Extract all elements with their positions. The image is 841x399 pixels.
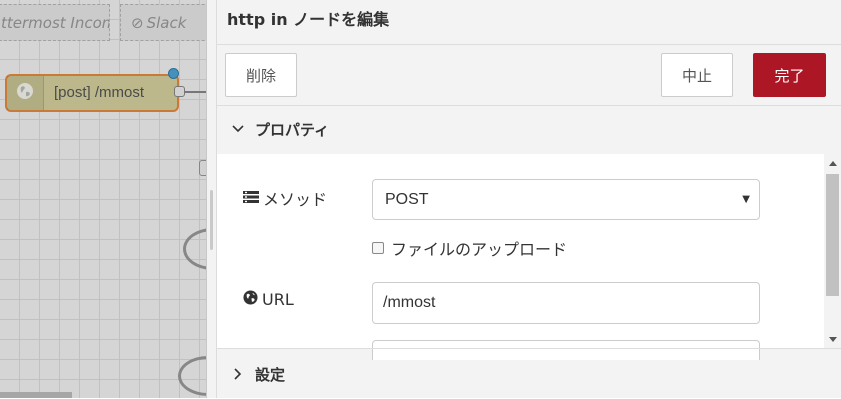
url-label-text: URL [262,290,294,309]
done-button[interactable]: 完了 [753,53,826,97]
workspace-overlay [0,0,210,398]
chevron-down-icon [231,125,245,133]
properties-scrollbar[interactable] [824,154,841,348]
upload-checkbox-label: ファイルのアップロード [391,240,568,259]
tray-header: http in ノードを編集 [217,0,841,45]
cancel-button[interactable]: 中止 [661,53,733,97]
tray-toolbar: 削除 中止 完了 [217,45,841,106]
delete-button[interactable]: 削除 [225,53,297,97]
settings-section-header[interactable]: 設定 [217,348,841,399]
tasks-icon [243,189,259,208]
scroll-up-arrow-icon[interactable] [824,154,841,172]
scrollbar-thumb[interactable] [826,174,839,296]
method-select-value: POST [385,191,429,208]
section-label: 設定 [255,365,286,384]
globe-icon [243,290,258,309]
method-label-text: メソッド [263,190,328,209]
flow-workspace[interactable]: ttermost Incom ⊘ Slack [post] /mmost [0,0,210,398]
caret-down-icon: ▼ [742,194,750,205]
url-label: URL [243,290,294,309]
url-input-value: /mmost [383,294,436,311]
section-label: プロパティ [255,120,330,139]
tray-title: http in ノードを編集 [227,10,390,29]
upload-option[interactable]: ファイルのアップロード [372,236,567,260]
scroll-down-arrow-icon[interactable] [824,330,841,348]
method-label: メソッド [243,186,327,210]
properties-section-header[interactable]: プロパティ [217,106,841,152]
upload-checkbox[interactable] [372,242,384,254]
splitter-grip [210,190,213,250]
chevron-right-icon [231,368,245,380]
edit-tray: http in ノードを編集 削除 中止 完了 プロパティ メソッド POST … [217,0,841,398]
tray-resize-handle[interactable] [206,0,217,398]
method-select[interactable]: POST ▼ [372,179,760,220]
url-input[interactable]: /mmost [372,282,760,324]
